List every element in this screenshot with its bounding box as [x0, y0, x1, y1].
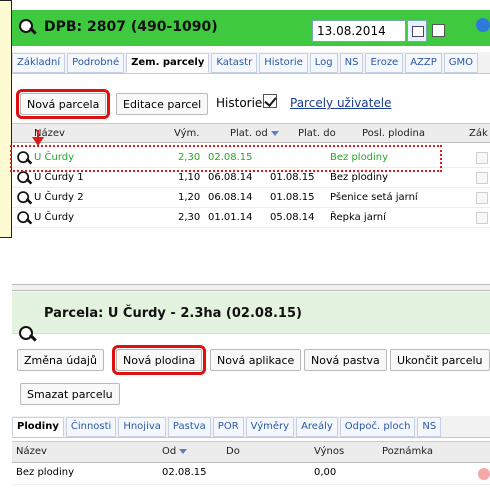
note-strip [0, 0, 12, 238]
parcel-detail-title: Parcela: U Čurdy - 2.3ha (02.08.15) [44, 306, 302, 321]
col-yield-header[interactable]: Výnos [314, 446, 344, 457]
delete-parcel-button[interactable]: Smazat parcelu [20, 383, 120, 405]
col-from-header[interactable]: Od [162, 446, 188, 457]
table-row[interactable]: U Čurdy 2 1,20 06.08.14 01.08.15 Pšenice set… [12, 188, 490, 208]
change-data-button[interactable]: Změna údajů [17, 349, 104, 371]
tab-4[interactable]: POR [212, 417, 244, 437]
refresh-icon[interactable] [476, 18, 490, 32]
tab-4[interactable]: Historie [259, 53, 308, 73]
search-icon[interactable] [16, 170, 31, 185]
tab-5[interactable]: Log [309, 53, 338, 73]
crop-yield-cell: 0,00 [314, 467, 337, 478]
selected-row-highlight [10, 145, 442, 172]
end-parcel-button[interactable]: Ukončit parcelu [390, 349, 490, 371]
col-note-header[interactable]: Poznámka [382, 446, 433, 457]
tab-1[interactable]: Podrobné [67, 53, 125, 73]
tab-1[interactable]: Činnosti [65, 417, 117, 437]
parcel-valid-from-cell: 06.08.14 [208, 172, 253, 183]
col-from-label: Od [162, 446, 177, 457]
history-checkbox[interactable] [263, 94, 277, 108]
new-parcel-button[interactable]: Nová parcela [15, 89, 111, 119]
parcel-name-cell: U Čurdy 1 [34, 172, 84, 183]
col-name-header[interactable]: Název [16, 446, 47, 457]
col-to-header[interactable]: Do [226, 446, 240, 457]
row-checkbox[interactable] [476, 152, 488, 164]
tab-8[interactable]: NS [417, 417, 442, 437]
row-checkbox[interactable] [476, 212, 488, 224]
new-crop-button[interactable]: Nová plodina [111, 345, 207, 375]
parcel-valid-to-cell: 01.08.15 [270, 192, 315, 203]
history-label: Historie [216, 96, 263, 110]
user-parcels-link[interactable]: Parcely uživatele [290, 96, 391, 110]
crop-from-cell: 02.08.15 [162, 467, 207, 478]
search-icon[interactable] [16, 190, 31, 205]
tab-0[interactable]: Základní [12, 53, 66, 73]
delete-row-icon[interactable] [478, 468, 490, 480]
tab-3[interactable]: Katastr [211, 53, 258, 73]
parcel-crop-cell: Pšenice setá jarní [330, 192, 418, 203]
col-valid-to-header[interactable]: Plat. do [298, 128, 336, 139]
col-valid-from-label: Plat. od [230, 128, 268, 139]
parcel-valid-from-cell: 06.08.14 [208, 192, 253, 203]
tab-3[interactable]: Pastva [167, 417, 211, 437]
parcel-crop-cell: Bez plodiny [330, 172, 389, 183]
sort-desc-icon [179, 448, 188, 454]
parcel-area-cell: 1,10 [178, 172, 201, 183]
crops-grid-header: Název Od Do Výnos Poznámka [12, 441, 490, 463]
sort-desc-icon [270, 130, 279, 136]
table-row[interactable]: Bez plodiny 02.08.15 0,00 [12, 463, 490, 485]
annotation-arrow-icon [32, 137, 44, 146]
parcel-name-cell: U Čurdy 2 [34, 192, 84, 203]
tab-2[interactable]: Hnojiva [118, 417, 166, 437]
new-application-button[interactable]: Nová aplikace [210, 349, 302, 371]
parcel-area-cell: 1,20 [178, 192, 201, 203]
col-crop-header[interactable]: Posl. plodina [362, 128, 425, 139]
crop-name-cell: Bez plodiny [16, 467, 75, 478]
tab-6[interactable]: Areály [296, 417, 338, 437]
grid-empty-space [12, 248, 490, 284]
col-extra-header[interactable]: Zák [469, 128, 488, 139]
tab-7[interactable]: Odpoč. ploch [339, 417, 416, 437]
tab-7[interactable]: Eroze [365, 53, 404, 73]
top-tab-bar: Základní Podrobné Zem. parcely Katastr Histo… [12, 52, 490, 74]
parcel-grid-header: Název Vým. Plat. od Plat. do Posl. plodi… [12, 123, 490, 143]
parcel-valid-to-cell: 05.08.14 [270, 212, 315, 223]
search-icon [18, 18, 36, 36]
tab-2[interactable]: Zem. parcely [126, 53, 210, 73]
calendar-icon[interactable] [407, 20, 427, 42]
row-checkbox[interactable] [476, 172, 488, 184]
header-checkbox[interactable] [432, 24, 445, 37]
row-checkbox[interactable] [476, 192, 488, 204]
parcel-valid-from-cell: 01.01.14 [208, 212, 253, 223]
parcel-name-cell: U Čurdy [34, 212, 75, 223]
tab-0[interactable]: Plodiny [12, 417, 64, 437]
parcel-valid-to-cell: 01.08.15 [270, 172, 315, 183]
col-area-header[interactable]: Vým. [174, 128, 199, 139]
tab-9[interactable]: GMO [443, 53, 479, 73]
table-row[interactable]: U Čurdy 2,30 01.01.14 05.08.14 Řepka jarní [12, 208, 490, 228]
new-pasture-button[interactable]: Nová pastva [304, 349, 387, 371]
page-title: DPB: 2807 (490-1090) [44, 19, 218, 35]
date-input[interactable]: 13.08.2014 [312, 20, 406, 42]
search-icon[interactable] [16, 210, 31, 225]
col-valid-from-header[interactable]: Plat. od [230, 128, 279, 139]
tab-6[interactable]: NS [339, 53, 364, 73]
bottom-tab-bar: Plodiny Činnosti Hnojiva Pastva POR Výměry Are… [12, 416, 490, 438]
search-icon [18, 325, 36, 343]
splitter-handle[interactable] [12, 284, 490, 291]
tab-8[interactable]: AZZP [405, 53, 442, 73]
tab-5[interactable]: Výměry [245, 417, 295, 437]
edit-parcels-button[interactable]: Editace parcel [116, 93, 209, 115]
parcel-area-cell: 2,30 [178, 212, 201, 223]
parcel-crop-cell: Řepka jarní [330, 212, 386, 223]
